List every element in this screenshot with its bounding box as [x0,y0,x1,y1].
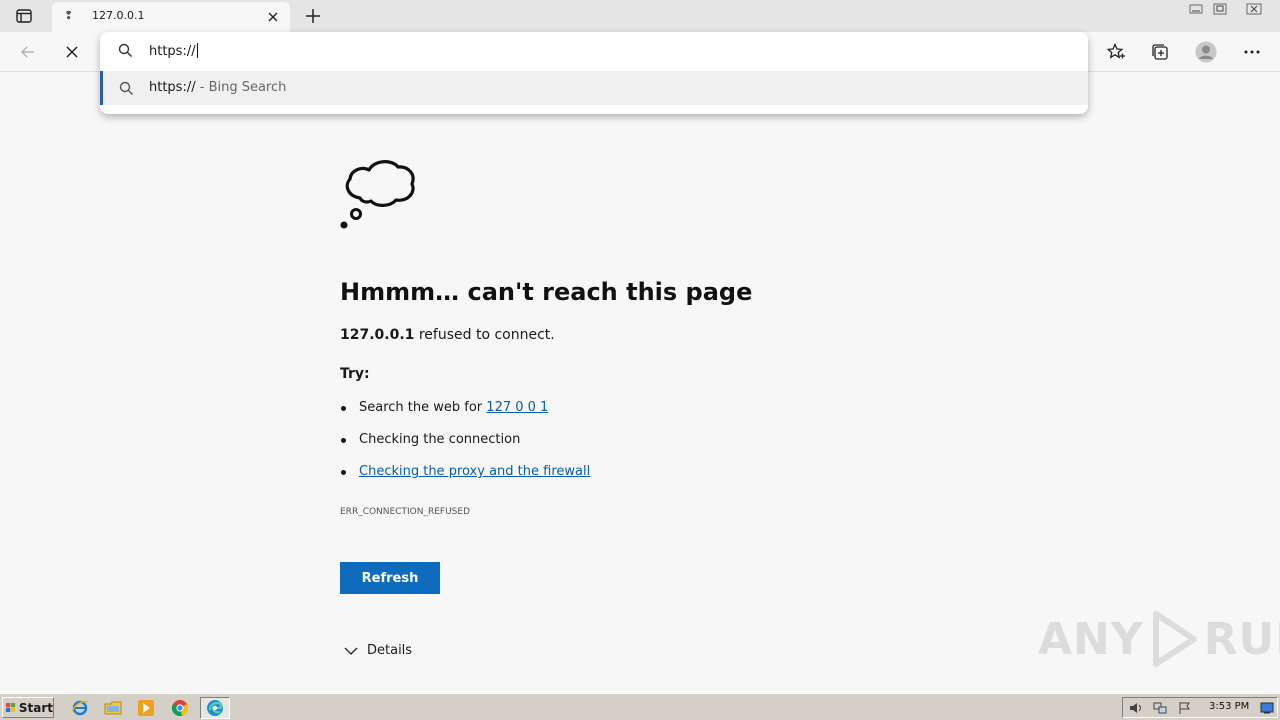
window-close-icon[interactable] [1240,0,1268,18]
browser-tab[interactable]: ❢ 127.0.0.1 [52,2,290,32]
play-icon [1152,611,1197,667]
text-caret [196,43,198,58]
explorer-icon[interactable] [103,698,123,718]
address-bar[interactable]: https:// [100,32,1088,70]
search-icon [119,81,134,100]
back-arrow-icon[interactable] [16,40,40,64]
windows-logo-icon [6,702,16,713]
tab-actions-icon[interactable] [8,5,40,27]
tab-title: 127.0.0.1 [92,9,145,22]
close-icon[interactable] [266,9,280,23]
network-icon[interactable] [1151,698,1169,718]
show-desktop-icon[interactable] [1259,698,1275,718]
watermark-logo: ANY RUN [1038,610,1280,668]
media-player-icon[interactable] [136,698,156,718]
minimize-icon[interactable] [1184,0,1208,18]
suggestion-suffix: - Bing Search [195,80,287,95]
more-icon[interactable] [1240,40,1264,64]
plus-icon[interactable] [302,5,324,27]
suggestion-list: Search the web for 127 0 0 1 Checking th… [340,398,590,494]
try-heading: Try: [340,366,370,382]
list-item: Checking the connection [340,430,590,462]
start-button[interactable]: Start [2,697,54,718]
address-input[interactable]: https:// [149,43,198,59]
volume-icon[interactable] [1127,698,1145,718]
search-suggestion[interactable]: https:// - Bing Search [100,71,1088,105]
restore-icon[interactable] [1208,0,1232,18]
edge-icon[interactable] [205,698,225,718]
list-item: Checking the proxy and the firewall [340,462,590,494]
profile-avatar-icon[interactable] [1194,40,1218,64]
taskbar: Start 3:53 PM [0,693,1280,720]
flag-icon[interactable] [1176,698,1194,718]
page-title: Hmmm… can't reach this page [340,278,753,306]
system-tray [1122,697,1278,718]
tab-favicon: ❢ [64,9,74,22]
list-item: Search the web for 127 0 0 1 [340,398,590,430]
proxy-firewall-link[interactable]: Checking the proxy and the firewall [359,464,590,479]
details-toggle[interactable]: Details [344,643,412,658]
tab-strip: ❢ 127.0.0.1 [0,0,1280,32]
ie-icon[interactable] [70,698,90,718]
details-label: Details [367,643,413,658]
favorites-icon[interactable] [1104,40,1128,64]
clock: 3:53 PM [1209,701,1250,712]
chevron-down-icon [344,647,358,655]
suggestion-text: https:// - Bing Search [149,80,287,95]
error-description: 127.0.0.1 refused to connect. [340,327,555,343]
search-icon [118,43,133,62]
address-bar-dropdown: https:// https:// - Bing Search [100,32,1088,114]
error-host: 127.0.0.1 [340,327,415,343]
collections-icon[interactable] [1148,40,1172,64]
refresh-button[interactable]: Refresh [340,562,440,594]
stop-icon[interactable] [60,40,84,64]
chrome-icon[interactable] [170,698,190,718]
search-web-link[interactable]: 127 0 0 1 [486,400,548,415]
error-code: ERR_CONNECTION_REFUSED [340,507,470,517]
thought-cloud-icon [338,156,416,238]
